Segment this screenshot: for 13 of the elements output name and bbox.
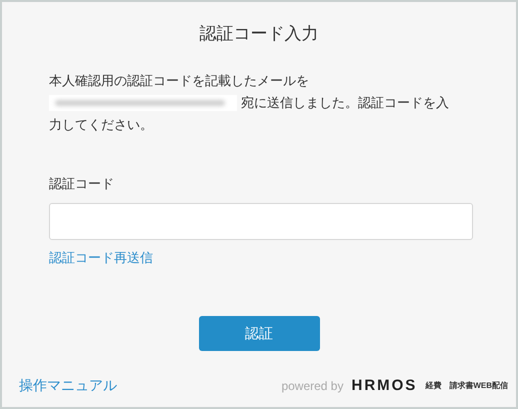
submit-button[interactable]: 認証	[198, 316, 320, 351]
powered-by-text: powered by	[281, 378, 344, 395]
code-input-field[interactable]	[49, 202, 473, 240]
brand-logo: HRMOS	[351, 376, 418, 396]
resend-link[interactable]: 認証コード再送信	[49, 250, 153, 265]
product-label: 請求書WEB配信	[449, 380, 508, 392]
message-text: 力してください。	[49, 116, 153, 134]
page-title: 認証コード入力	[198, 24, 320, 44]
message-text: 本人確認用の認証コードを記載したメールを	[49, 72, 309, 90]
product-label: 経費	[425, 380, 442, 392]
field-label: 認証コード	[49, 175, 115, 194]
message-text: 宛に送信しました。認証コードを入	[241, 94, 449, 112]
manual-link[interactable]: 操作マニュアル	[19, 375, 117, 396]
